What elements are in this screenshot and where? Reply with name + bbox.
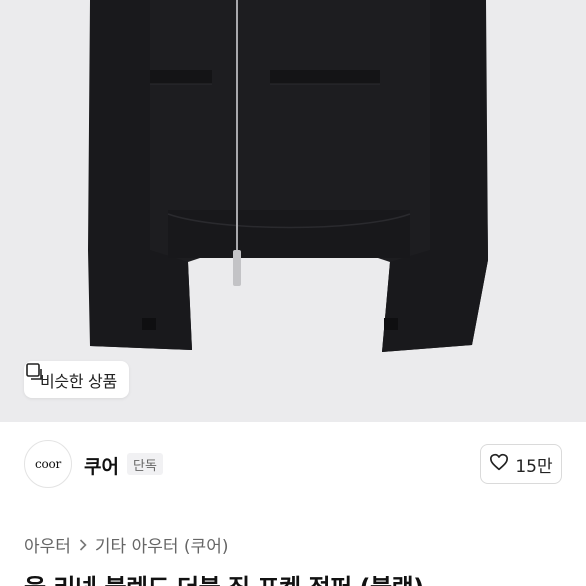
- product-title: 울 리넨 블렌드 더블 집 포켓 점퍼 (블랙): [24, 568, 424, 586]
- chevron-right-icon: [79, 538, 87, 551]
- exclusive-badge: 단독: [127, 453, 163, 475]
- product-image[interactable]: 비슷한 상품: [0, 0, 586, 422]
- jacket-illustration: [88, 0, 488, 352]
- breadcrumb-item-other-outer[interactable]: 기타 아우터 (쿠어): [95, 532, 229, 557]
- breadcrumb: 아우터 기타 아우터 (쿠어): [24, 532, 228, 557]
- like-button[interactable]: 15만: [480, 444, 562, 484]
- breadcrumb-item-outer[interactable]: 아우터: [24, 532, 71, 557]
- seller-name[interactable]: 쿠어: [84, 452, 119, 479]
- like-count: 15만: [515, 456, 553, 477]
- similar-items-button[interactable]: 비슷한 상품: [24, 361, 129, 398]
- heart-icon: [489, 453, 509, 475]
- seller-avatar[interactable]: coor: [24, 440, 72, 488]
- seller-row: coor 쿠어 단독 15만: [0, 422, 586, 508]
- avatar-logo-text: coor: [34, 457, 62, 471]
- similar-items-label: 비슷한 상품: [40, 371, 117, 391]
